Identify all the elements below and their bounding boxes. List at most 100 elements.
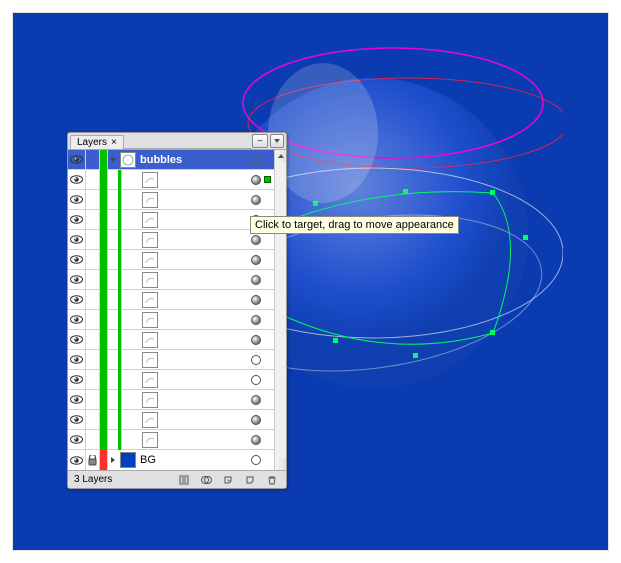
visibility-toggle[interactable] [68,170,86,190]
path-thumbnail[interactable] [142,412,158,428]
selection-indicator [264,396,271,403]
lock-toggle[interactable] [86,330,100,350]
layer-color-swatch [100,310,108,330]
visibility-toggle[interactable] [68,350,86,370]
lock-toggle[interactable] [86,230,100,250]
path-row[interactable] [68,390,274,410]
path-row[interactable] [68,310,274,330]
new-sublayer-button[interactable]: + [217,472,239,488]
lock-toggle[interactable] [86,350,100,370]
visibility-toggle[interactable] [68,250,86,270]
disclosure-triangle[interactable] [108,150,118,170]
target-button[interactable] [251,355,261,365]
selection-indicator [264,457,271,464]
layer-name[interactable]: bubbles [138,154,249,166]
path-row[interactable] [68,330,274,350]
path-row[interactable] [68,250,274,270]
layers-list: bubbles BG [68,149,286,470]
target-button[interactable] [251,435,261,445]
layer-row-bg[interactable]: BG [68,450,274,470]
path-thumbnail[interactable] [142,392,158,408]
lock-toggle[interactable] [86,190,100,210]
target-button[interactable] [251,275,261,285]
path-thumbnail[interactable] [142,372,158,388]
path-row[interactable] [68,190,274,210]
visibility-toggle[interactable] [68,330,86,350]
panel-titlebar[interactable]: Layers× – [68,133,286,149]
path-thumbnail[interactable] [142,432,158,448]
lock-toggle[interactable] [86,390,100,410]
layer-color-swatch [100,270,108,290]
panel-tab-layers[interactable]: Layers× [70,135,124,149]
lock-toggle[interactable] [86,310,100,330]
layer-name[interactable]: BG [138,454,249,466]
target-button[interactable] [251,175,261,185]
delete-layer-button[interactable] [261,472,283,488]
locate-object-button[interactable] [173,472,195,488]
path-thumbnail[interactable] [142,252,158,268]
visibility-toggle[interactable] [68,190,86,210]
panel-menu-button[interactable] [270,134,284,148]
path-row[interactable] [68,430,274,450]
path-thumbnail[interactable] [142,192,158,208]
visibility-toggle[interactable] [68,310,86,330]
target-button[interactable] [251,195,261,205]
visibility-toggle[interactable] [68,290,86,310]
path-row[interactable] [68,270,274,290]
scroll-up-arrow[interactable] [275,150,286,162]
lock-toggle[interactable] [86,410,100,430]
visibility-toggle[interactable] [68,230,86,250]
lock-toggle[interactable] [86,270,100,290]
path-thumbnail[interactable] [142,332,158,348]
lock-toggle[interactable] [86,250,100,270]
close-tab-icon[interactable]: × [111,137,117,148]
path-row[interactable] [68,370,274,390]
path-thumbnail[interactable] [142,272,158,288]
lock-toggle[interactable] [86,430,100,450]
new-layer-button[interactable] [239,472,261,488]
layer-thumbnail[interactable] [120,152,136,168]
path-row[interactable] [68,410,274,430]
target-button[interactable] [251,335,261,345]
lock-toggle[interactable] [86,450,100,470]
visibility-toggle[interactable] [68,370,86,390]
target-button[interactable] [251,375,261,385]
make-clipping-mask-button[interactable] [195,472,217,488]
path-thumbnail[interactable] [142,312,158,328]
visibility-toggle[interactable] [68,450,86,470]
path-thumbnail[interactable] [142,172,158,188]
path-row[interactable] [68,350,274,370]
layer-row-bubbles[interactable]: bubbles [68,150,274,170]
visibility-toggle[interactable] [68,210,86,230]
visibility-toggle[interactable] [68,410,86,430]
target-button[interactable] [251,295,261,305]
path-thumbnail[interactable] [142,292,158,308]
lock-toggle[interactable] [86,170,100,190]
target-button[interactable] [251,395,261,405]
visibility-toggle[interactable] [68,390,86,410]
visibility-toggle[interactable] [68,150,86,170]
target-button[interactable] [251,155,261,165]
path-row[interactable] [68,210,274,230]
target-button[interactable] [251,415,261,425]
layers-scrollbar[interactable] [274,150,286,470]
path-thumbnail[interactable] [142,212,158,228]
path-row[interactable] [68,290,274,310]
lock-toggle[interactable] [86,210,100,230]
panel-minimize-button[interactable]: – [252,134,268,148]
target-button[interactable] [251,315,261,325]
lock-toggle[interactable] [86,370,100,390]
layer-thumbnail[interactable] [120,452,136,468]
path-row[interactable] [68,170,274,190]
target-button[interactable] [251,235,261,245]
target-button[interactable] [251,255,261,265]
lock-toggle[interactable] [86,290,100,310]
visibility-toggle[interactable] [68,430,86,450]
path-thumbnail[interactable] [142,232,158,248]
path-thumbnail[interactable] [142,352,158,368]
disclosure-triangle[interactable] [108,450,118,470]
lock-toggle[interactable] [86,150,100,170]
path-row[interactable] [68,230,274,250]
target-button[interactable] [251,455,261,465]
visibility-toggle[interactable] [68,270,86,290]
